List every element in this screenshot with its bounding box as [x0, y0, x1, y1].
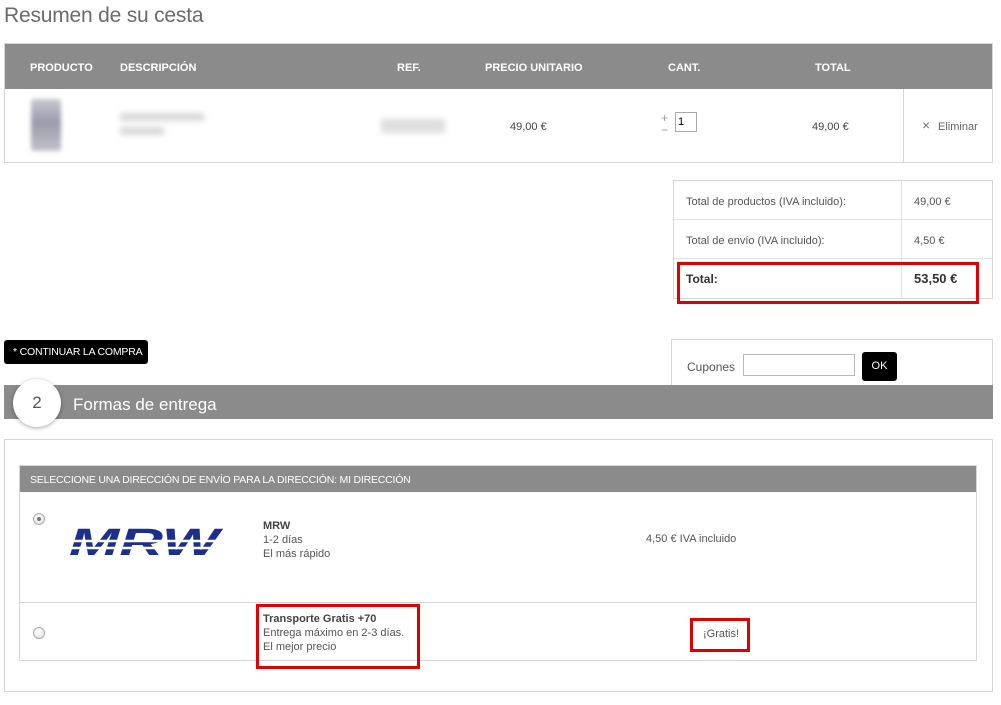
col-header-description: DESCRIPCIÓN [120, 62, 197, 74]
summary-shipping-row: Total de envío (IVA incluido): 4,50 € [674, 220, 992, 259]
summary-products-value: 49,00 € [914, 196, 951, 208]
continue-shopping-button[interactable]: * CONTINUAR LA COMPRA [4, 340, 148, 364]
product-description[interactable] [120, 113, 204, 139]
quantity-stepper: + − [661, 111, 701, 141]
page-title: Resumen de su cesta [4, 4, 204, 27]
delivery-radio-free[interactable] [33, 627, 45, 639]
cart-table-header: PRODUCTO DESCRIPCIÓN REF. PRECIO UNITARI… [5, 44, 992, 89]
carrier-tagline: El más rápido [263, 548, 331, 560]
decrease-quantity-button[interactable]: − [661, 124, 668, 136]
total-highlight-box [677, 262, 979, 304]
free-carrier-highlight-box [256, 604, 420, 669]
coupon-box: Cupones OK [671, 339, 993, 385]
carrier-name: MRW [263, 520, 291, 532]
delivery-radio-mrw[interactable] [33, 513, 45, 525]
col-header-unit-price: PRECIO UNITARIO [485, 62, 583, 74]
col-header-ref: REF. [397, 62, 421, 74]
col-header-total: TOTAL [815, 62, 851, 74]
delivery-options: SELECCIONE UNA DIRECCIÓN DE ENVÍO PARA L… [19, 465, 977, 661]
close-icon: × [922, 117, 931, 133]
carrier-price: 4,50 € IVA incluido [646, 533, 737, 545]
cart-table: PRODUCTO DESCRIPCIÓN REF. PRECIO UNITARI… [4, 43, 993, 163]
remove-item-button[interactable]: × Eliminar [903, 89, 993, 162]
carrier-delivery-time: 1-2 días [263, 534, 303, 546]
product-ref [381, 119, 445, 133]
summary-shipping-value: 4,50 € [914, 235, 945, 247]
summary-shipping-label: Total de envío (IVA incluido): [686, 235, 825, 247]
table-row: 49,00 € + − 49,00 € × Eliminar [5, 89, 992, 162]
mrw-logo: MRW [65, 523, 225, 563]
svg-text:MRW: MRW [69, 523, 224, 563]
increase-quantity-button[interactable]: + [661, 112, 668, 124]
coupon-input[interactable] [743, 354, 855, 376]
product-thumbnail[interactable] [31, 99, 61, 151]
carrier-info-mrw: MRW 1-2 días El más rápido [263, 519, 330, 561]
row-total: 49,00 € [812, 121, 849, 133]
col-header-product: PRODUCTO [30, 62, 93, 74]
delivery-option-free[interactable]: Transporte Gratis +70 Entrega máximo en … [20, 603, 976, 660]
section-title: Formas de entrega [73, 395, 217, 414]
quantity-input[interactable] [675, 112, 697, 132]
delivery-address-header: SELECCIONE UNA DIRECCIÓN DE ENVÍO PARA L… [20, 466, 976, 492]
delivery-option-mrw[interactable]: MRW MRW 1-2 días El más rápido 4,50 € IV… [20, 492, 976, 603]
summary-products-label: Total de productos (IVA incluido): [686, 196, 846, 208]
unit-price: 49,00 € [510, 121, 547, 133]
coupon-label: Cupones [687, 360, 736, 374]
step-number: 2 [13, 379, 61, 427]
coupon-ok-button[interactable]: OK [862, 352, 897, 381]
free-price-highlight-box [690, 618, 750, 652]
summary-products-row: Total de productos (IVA incluido): 49,00… [674, 181, 992, 220]
remove-item-label: Eliminar [938, 121, 978, 133]
col-header-quantity: CANT. [668, 62, 701, 74]
